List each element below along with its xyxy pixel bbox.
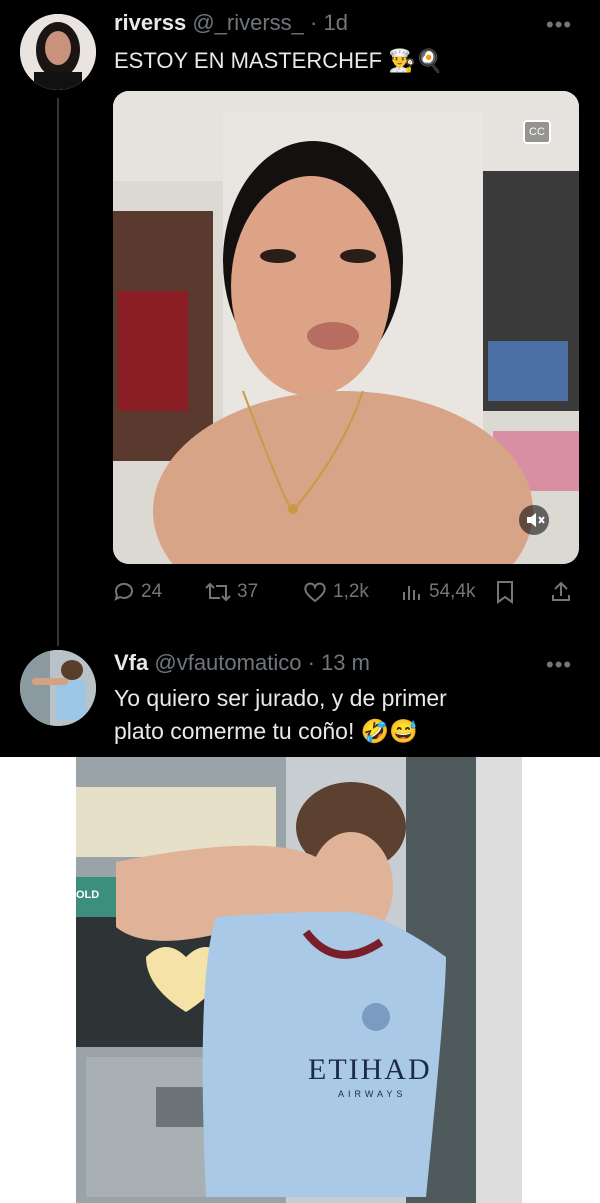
author-name[interactable]: Vfa [114, 650, 148, 675]
tweet1-actions: 24 37 1,2k 54,4k [112, 580, 582, 610]
tweet-thread: riverss @_riverss_ · 1d ••• ESTOY EN MAS… [0, 0, 600, 757]
sign-text: OLD [76, 889, 100, 901]
author-handle[interactable]: @vfautomatico [154, 650, 301, 675]
thread-line [57, 98, 59, 646]
avatar-riverss[interactable] [20, 14, 96, 90]
reply-photo: OLD ETIHAD AIRWAYS [76, 757, 522, 1203]
tweet2-line2: plato comerme tu coño! [114, 718, 355, 744]
repost-count: 37 [237, 581, 259, 602]
avatar-vfa[interactable] [20, 650, 96, 726]
views-button[interactable]: 54,4k [400, 580, 475, 604]
timestamp[interactable]: · 13 m [308, 650, 370, 675]
reply-icon [114, 582, 133, 601]
author-name[interactable]: riverss [114, 10, 186, 35]
shirt-sponsor: ETIHAD [308, 1053, 432, 1086]
chef-emojis: 👨‍🍳🍳 [388, 48, 444, 73]
timestamp[interactable]: · 1d [310, 10, 348, 35]
atm-photo [76, 757, 522, 1203]
mute-icon[interactable] [519, 505, 549, 535]
video-player[interactable]: CC [113, 91, 579, 564]
shirt-sponsor-sub: AIRWAYS [338, 1089, 407, 1099]
tweet2-header: Vfa @vfautomatico · 13 m [114, 650, 370, 676]
bookmark-button[interactable] [495, 580, 520, 604]
tweet1-body: ESTOY EN MASTERCHEF [114, 48, 383, 73]
author-handle[interactable]: @_riverss_ [192, 10, 304, 35]
view-count: 54,4k [429, 581, 476, 602]
views-icon [403, 586, 420, 600]
share-icon [552, 581, 570, 601]
like-button[interactable]: 1,2k [302, 580, 369, 604]
tweet1-header: riverss @_riverss_ · 1d [114, 10, 348, 36]
like-count: 1,2k [333, 581, 369, 602]
more-icon[interactable]: ••• [546, 652, 572, 678]
reply-button[interactable]: 24 [112, 580, 162, 604]
laughing-emojis: 🤣😅 [360, 718, 419, 744]
like-icon [304, 582, 326, 603]
repost-icon [205, 582, 231, 602]
captions-icon[interactable]: CC [523, 120, 551, 144]
share-button[interactable] [549, 580, 578, 604]
more-icon[interactable]: ••• [546, 12, 572, 38]
bookmark-icon [497, 581, 513, 604]
tweet2-line1: Yo quiero ser jurado, y de primer [114, 685, 447, 711]
video-frame [113, 91, 579, 564]
reply-count: 24 [141, 581, 163, 602]
tweet2-text: Yo quiero ser jurado, y de primer plato … [114, 682, 447, 748]
repost-button[interactable]: 37 [204, 580, 258, 604]
tweet1-text: ESTOY EN MASTERCHEF 👨‍🍳🍳 [114, 44, 443, 77]
